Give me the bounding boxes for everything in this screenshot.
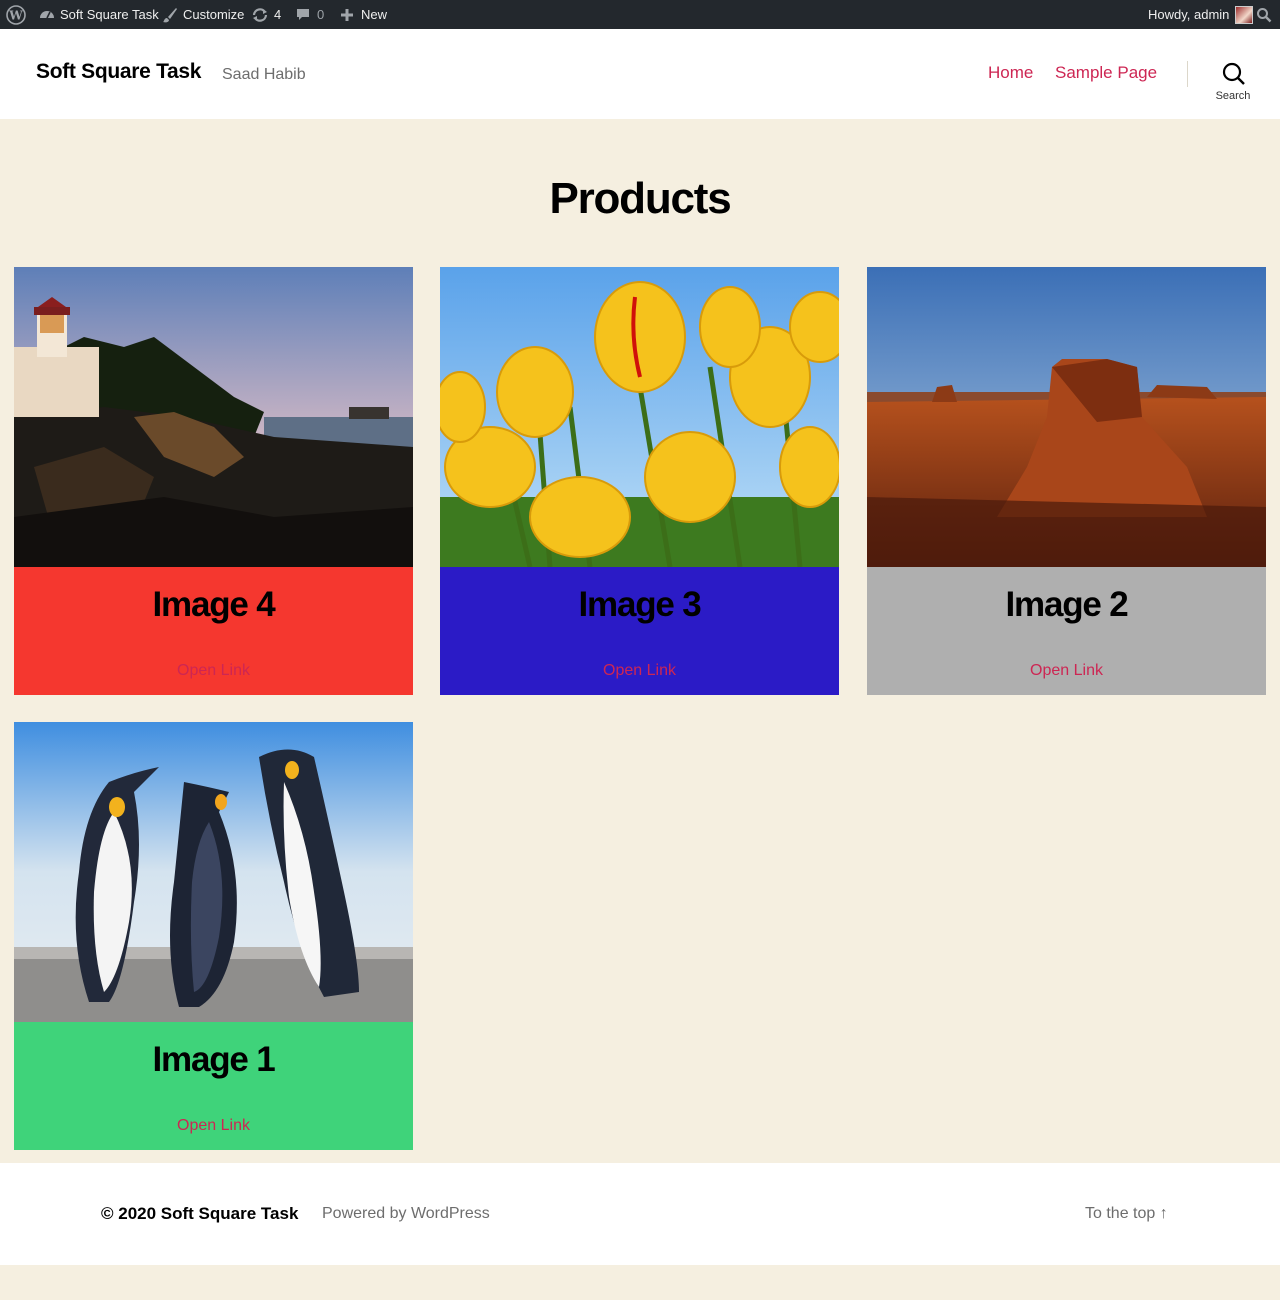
howdy-text: Howdy, admin — [1148, 7, 1230, 22]
comment-icon — [295, 7, 311, 23]
brush-icon — [161, 6, 179, 24]
admin-bar-search-icon[interactable] — [1256, 0, 1272, 29]
site-description: Saad Habib — [222, 66, 306, 83]
updates-icon — [251, 6, 269, 24]
admin-bar: W Soft Square Task Customize 4 0 New How… — [0, 0, 1280, 29]
search-label: Search — [1215, 90, 1251, 102]
admin-bar-site-name: Soft Square Task — [60, 7, 159, 22]
admin-bar-new[interactable]: New — [339, 0, 387, 29]
product-image-lighthouse[interactable] — [14, 267, 413, 567]
page-title: Products — [549, 174, 731, 223]
product-card: Image 3 Open Link — [440, 267, 839, 695]
site-header: Soft Square Task Saad Habib Home Sample … — [0, 29, 1280, 119]
product-card: Image 1 Open Link — [14, 722, 413, 1150]
to-the-top-link[interactable]: To the top ↑ — [1085, 1205, 1168, 1223]
open-link[interactable]: Open Link — [440, 662, 839, 680]
footer-copyright[interactable]: © 2020 Soft Square Task — [101, 1204, 298, 1224]
product-card-body: Image 1 Open Link — [14, 1022, 413, 1150]
product-image-tulips[interactable] — [440, 267, 839, 567]
search-toggle-button[interactable]: Search — [1208, 59, 1258, 109]
product-card-body: Image 4 Open Link — [14, 567, 413, 695]
site-footer: © 2020 Soft Square Task Powered by WordP… — [0, 1163, 1280, 1265]
updates-count: 4 — [274, 7, 282, 22]
dashboard-icon — [38, 6, 56, 24]
admin-bar-customize[interactable]: Customize — [161, 0, 244, 29]
wordpress-logo-icon[interactable]: W — [6, 0, 26, 29]
product-title: Image 3 — [578, 585, 702, 624]
svg-text:W: W — [8, 8, 23, 22]
admin-bar-customize-label: Customize — [183, 7, 245, 22]
product-image-desert[interactable] — [867, 267, 1266, 567]
product-title: Image 1 — [152, 1040, 276, 1079]
admin-bar-account[interactable]: Howdy, admin — [1148, 0, 1254, 29]
product-title: Image 2 — [1005, 585, 1129, 624]
open-link[interactable]: Open Link — [14, 662, 413, 680]
product-image-penguins[interactable] — [14, 722, 413, 1022]
product-card-body: Image 3 Open Link — [440, 567, 839, 695]
site-title[interactable]: Soft Square Task — [36, 60, 202, 84]
admin-bar-site-link[interactable]: Soft Square Task — [38, 0, 159, 29]
nav-item-sample-page[interactable]: Sample Page — [1055, 63, 1157, 83]
plus-icon — [339, 7, 355, 23]
admin-bar-new-label: New — [361, 7, 388, 22]
nav-item-home[interactable]: Home — [988, 63, 1033, 83]
product-card: Image 2 Open Link — [867, 267, 1266, 695]
open-link[interactable]: Open Link — [867, 662, 1266, 680]
comments-count: 0 — [317, 7, 325, 22]
nav-divider — [1187, 61, 1188, 87]
product-card-body: Image 2 Open Link — [867, 567, 1266, 695]
product-card: Image 4 Open Link — [14, 267, 413, 695]
powered-by-link[interactable]: Powered by WordPress — [322, 1205, 490, 1223]
avatar — [1235, 5, 1254, 24]
admin-bar-comments[interactable]: 0 — [295, 0, 324, 29]
product-title: Image 4 — [152, 585, 276, 624]
admin-bar-updates[interactable]: 4 — [251, 0, 281, 29]
open-link[interactable]: Open Link — [14, 1117, 413, 1135]
